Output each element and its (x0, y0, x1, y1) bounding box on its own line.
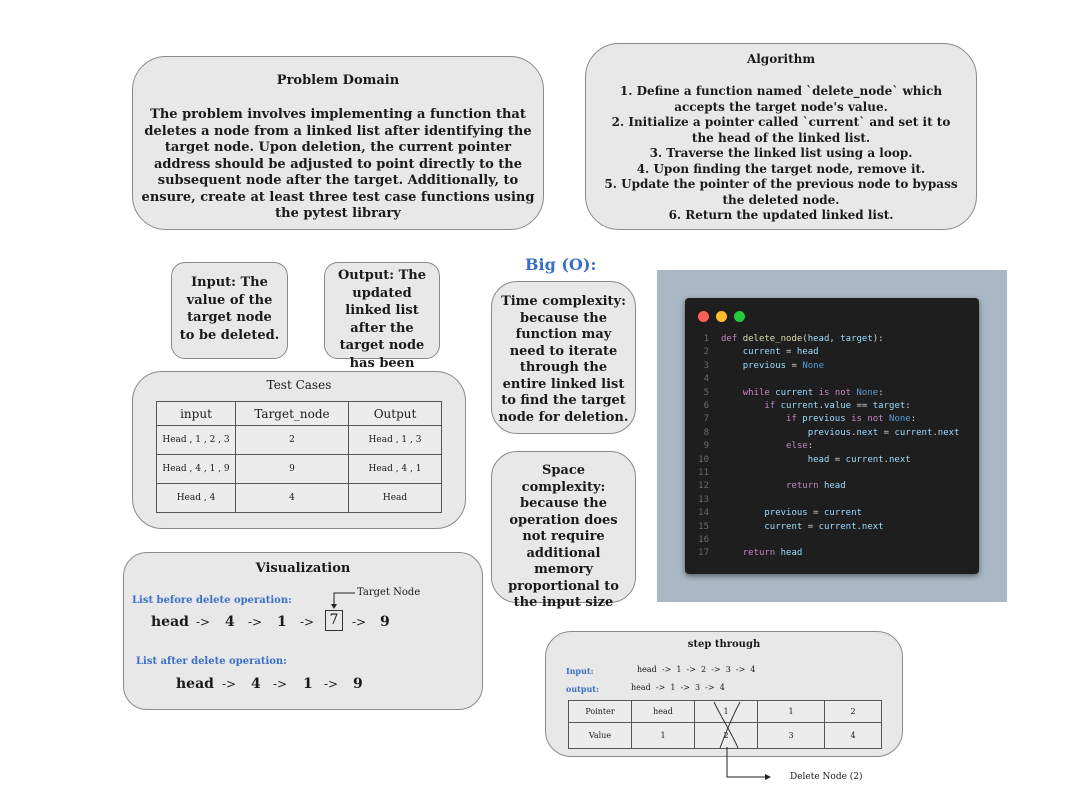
code-text: else: (786, 441, 814, 452)
algorithm-title: Algorithm (746, 52, 816, 66)
algorithm-step: 3. Traverse the linked list using a loop… (649, 146, 913, 160)
space-complexity-card: Space complexity: because the operation … (491, 451, 636, 610)
problem-domain-text: The problem involves implementing a func… (141, 107, 535, 221)
line-number: 11 (698, 468, 709, 478)
list-node: 9 (353, 676, 363, 692)
code-text: return head (786, 481, 846, 492)
window-maximize-dot (734, 311, 745, 322)
algorithm-step: 1. Define a function named `delete_node`… (619, 84, 943, 114)
table-cell: 9 (235, 454, 349, 484)
line-number: 17 (698, 548, 709, 559)
line-number: 6 (703, 401, 709, 411)
code-text: head = current.next (807, 454, 911, 465)
algorithm-step: 6. Return the updated linked list. (668, 208, 894, 222)
algorithm-step: 4. Upon finding the target node, remove … (636, 161, 926, 176)
output-card: Output: The updated linked list after th… (324, 262, 440, 388)
line-number: 16 (698, 535, 709, 545)
list-arrow: -> (248, 615, 263, 629)
list-arrow: -> (352, 615, 367, 629)
table-cell: Head , 4 , 1 , 9 (156, 454, 236, 484)
table-cell: 2 (235, 425, 349, 455)
line-number: 4 (703, 374, 709, 385)
code-text: def delete_node(head, target): (721, 334, 884, 344)
line-number: 8 (703, 427, 709, 438)
test-cases-card: Test Cases input Target_node Output Head… (132, 371, 466, 529)
code-text: current = current.next (764, 521, 884, 532)
line-number: 14 (698, 508, 709, 519)
column-header: Target_node (235, 401, 349, 426)
line-number: 15 (698, 521, 709, 532)
list-arrow: -> (273, 677, 288, 691)
algorithm-card: Algorithm 1. Define a function named `de… (585, 43, 977, 230)
algorithm-steps: 1. Define a function named `delete_node`… (600, 84, 962, 224)
line-number: 13 (698, 494, 709, 505)
list-node: 1 (277, 614, 287, 630)
table-cell: Head , 4 , 1 (348, 454, 442, 484)
problem-domain-title: Problem Domain (276, 73, 400, 88)
list-node: 1 (303, 676, 313, 692)
table-cell: Head , 4 (156, 483, 236, 513)
window-minimize-dot (716, 311, 727, 322)
list-arrow: -> (324, 677, 339, 691)
list-arrow: -> (300, 615, 315, 629)
column-header: input (156, 401, 236, 426)
list-node: 4 (225, 614, 235, 630)
table-cell: Head (348, 483, 442, 513)
column-header: Output (348, 401, 442, 426)
list-node-head: head (176, 676, 214, 692)
line-number: 9 (703, 441, 709, 452)
code-editor: 1 def delete_node(head, target): 2 current… (685, 298, 979, 574)
code-text: if current.value == target: (764, 401, 911, 411)
time-complexity-card: Time complexity: because the function ma… (491, 281, 636, 434)
code-text: previous.next = current.next (807, 427, 960, 438)
code-text: current = head (742, 347, 819, 358)
algorithm-step: 2. Initialize a pointer called `current`… (611, 115, 951, 145)
input-card: Input: The value of the target node to b… (171, 262, 288, 359)
table-cell: 4 (235, 483, 349, 513)
big-o-title: Big (O): (525, 255, 597, 274)
delete-node-label: Delete Node (2) (790, 772, 863, 782)
list-node: 4 (251, 676, 261, 692)
problem-domain-card: Problem Domain The problem involves impl… (132, 56, 544, 230)
line-number: 7 (703, 414, 709, 425)
code-text: previous = current (764, 508, 862, 519)
line-number: 2 (703, 347, 709, 358)
input-text: Input: The value of the target node to b… (179, 275, 280, 343)
line-number: 12 (698, 481, 709, 492)
line-number: 1 (703, 334, 709, 344)
algorithm-step: 5. Update the pointer of the previous no… (604, 177, 958, 207)
step-through-card: step through Input: head -> 1 -> 2 -> 3 … (545, 631, 903, 757)
table-cell: Head , 1 , 3 (348, 425, 442, 455)
code-text: while current is not None: (742, 387, 884, 398)
code-text: previous = None (742, 360, 824, 371)
line-number: 3 (703, 360, 709, 371)
code-text: return head (742, 548, 803, 559)
table-cell: Head , 1 , 2 , 3 (156, 425, 236, 455)
window-close-dot (698, 311, 709, 322)
line-number: 10 (698, 454, 709, 465)
line-number: 5 (703, 387, 709, 398)
test-cases-table: input Target_node Output Head , 1 , 2 , … (156, 401, 442, 513)
list-arrow: -> (222, 677, 237, 691)
code-text: if previous is not None: (786, 414, 917, 425)
list-node: 9 (380, 614, 390, 630)
test-cases-title: Test Cases (266, 378, 332, 392)
list-node-target: 7 (325, 610, 343, 631)
time-complexity-text: Time complexity: because the function ma… (498, 294, 629, 425)
visualization-card: Visualization List before delete operati… (123, 552, 483, 710)
space-complexity-text: Space complexity: because the operation … (508, 463, 619, 610)
list-node-head: head (151, 614, 189, 630)
list-arrow: -> (196, 615, 211, 629)
delete-cross-mark (713, 701, 741, 749)
